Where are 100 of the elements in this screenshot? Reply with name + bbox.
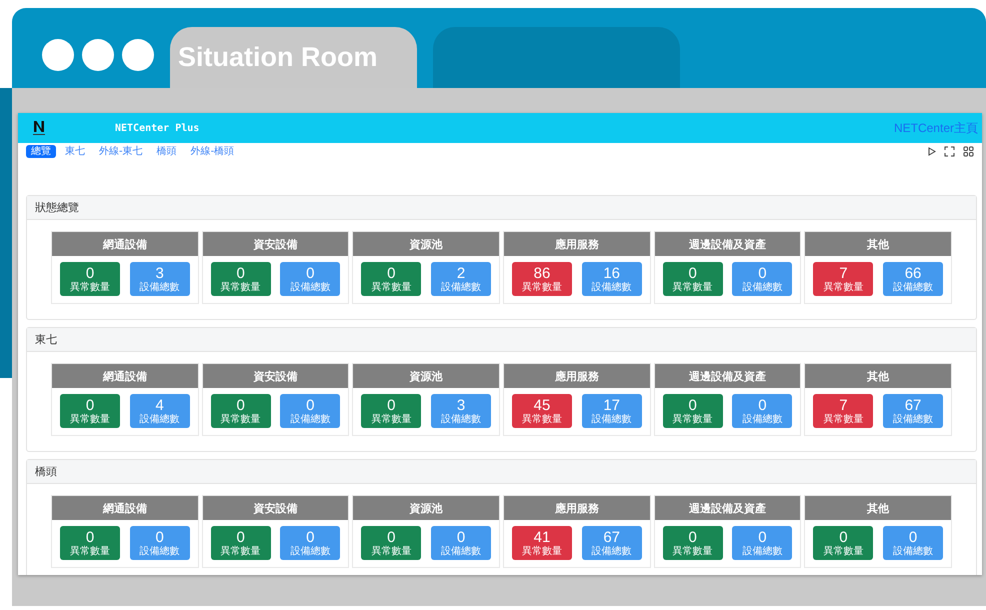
anomaly-count: 0: [86, 528, 94, 546]
anomaly-count: 0: [387, 264, 396, 282]
grid-icon[interactable]: [963, 146, 974, 157]
device-total: 0: [908, 528, 918, 546]
category-header: 週邊設備及資產: [654, 232, 800, 256]
anomaly-count: 0: [236, 528, 245, 546]
anomaly-count: 0: [236, 264, 245, 282]
device-total: 16: [603, 264, 620, 282]
category-header: 資安設備: [202, 232, 348, 256]
nav-tab[interactable]: 總覽: [26, 145, 56, 158]
anomaly-count: 0: [688, 528, 697, 546]
device-total: 67: [603, 528, 620, 546]
anomaly-label: 異常數量: [522, 546, 562, 558]
device-total-label: 設備總數: [441, 414, 482, 426]
device-total: 2: [456, 264, 466, 282]
device-total-label: 設備總數: [441, 546, 482, 558]
anomaly-label: 異常數量: [220, 546, 261, 558]
device-total-label: 設備總數: [742, 282, 782, 294]
category-header: 週邊設備及資產: [654, 496, 800, 520]
category-header: 網通設備: [52, 232, 198, 256]
window-dot[interactable]: [42, 39, 74, 71]
nav-tab[interactable]: 外線-橋頭: [186, 145, 240, 158]
anomaly-count: 0: [688, 264, 697, 282]
device-total-label: 設備總數: [592, 546, 632, 558]
device-total-label: 設備總數: [290, 414, 330, 426]
device-total-label: 設備總數: [592, 282, 632, 294]
window-dot[interactable]: [122, 39, 154, 71]
device-total: 3: [456, 396, 466, 414]
fullscreen-icon[interactable]: [944, 146, 955, 157]
device-total-label: 設備總數: [140, 414, 180, 426]
category-header: 應用服務: [504, 364, 650, 388]
logo-icon: [32, 120, 46, 136]
anomaly-label: 異常數量: [70, 282, 110, 294]
device-total: 0: [456, 528, 466, 546]
anomaly-label: 異常數量: [371, 546, 412, 558]
device-total: 67: [904, 396, 922, 414]
device-total: 0: [156, 528, 164, 546]
device-total: 0: [306, 396, 315, 414]
category-header: 網通設備: [52, 364, 198, 388]
play-icon[interactable]: [928, 147, 936, 156]
device-total: 0: [758, 396, 767, 414]
anomaly-label: 異常數量: [522, 414, 562, 426]
device-total-label: 設備總數: [893, 414, 934, 426]
anomaly-label: 異常數量: [522, 282, 562, 294]
anomaly-count: 0: [387, 396, 396, 414]
anomaly-count: 41: [534, 528, 550, 546]
anomaly-count: 0: [839, 528, 848, 546]
nav-tab[interactable]: 橋頭: [152, 145, 182, 158]
anomaly-label: 異常數量: [220, 414, 261, 426]
anomaly-label: 異常數量: [823, 282, 864, 294]
category-header: 網通設備: [52, 496, 198, 520]
category-header: 資源池: [353, 232, 500, 256]
anomaly-label: 異常數量: [371, 414, 412, 426]
home-link[interactable]: NETCenter主頁: [894, 120, 978, 136]
nav-tab[interactable]: 東七: [60, 145, 90, 158]
device-total-label: 設備總數: [140, 282, 180, 294]
device-total-label: 設備總數: [893, 282, 934, 294]
anomaly-label: 異常數量: [823, 414, 864, 426]
anomaly-count: 45: [534, 396, 550, 414]
anomaly-count: 0: [86, 396, 94, 414]
anomaly-count: 86: [534, 264, 550, 282]
device-total-label: 設備總數: [290, 282, 330, 294]
device-total-label: 設備總數: [592, 414, 632, 426]
panel-title: 狀態總覽: [27, 196, 976, 220]
category-header: 資安設備: [202, 496, 348, 520]
device-total: 0: [758, 528, 767, 546]
device-total-label: 設備總數: [742, 546, 782, 558]
device-total-label: 設備總數: [441, 282, 482, 294]
panel-title: 橋頭: [27, 460, 976, 484]
device-total-label: 設備總數: [140, 546, 180, 558]
category-header: 應用服務: [504, 496, 650, 520]
device-total: 0: [758, 264, 767, 282]
anomaly-label: 異常數量: [672, 546, 713, 558]
device-total: 4: [156, 396, 164, 414]
anomaly-count: 7: [839, 396, 848, 414]
anomaly-count: 0: [688, 396, 697, 414]
device-total: 17: [603, 396, 620, 414]
anomaly-count: 7: [839, 264, 848, 282]
device-total: 0: [306, 528, 315, 546]
anomaly-label: 異常數量: [672, 414, 713, 426]
anomaly-label: 異常數量: [371, 282, 412, 294]
device-total: 3: [156, 264, 164, 282]
category-header: 資源池: [353, 496, 500, 520]
device-total-label: 設備總數: [742, 414, 782, 426]
category-header: 資源池: [353, 364, 500, 388]
device-total: 0: [306, 264, 315, 282]
anomaly-count: 0: [236, 396, 245, 414]
category-header: 其他: [805, 232, 952, 256]
window-dot[interactable]: [82, 39, 114, 71]
nav-tab[interactable]: 外線-東七: [94, 145, 148, 158]
device-total-label: 設備總數: [893, 546, 934, 558]
category-header: 週邊設備及資產: [654, 364, 800, 388]
anomaly-label: 異常數量: [70, 414, 110, 426]
anomaly-label: 異常數量: [220, 282, 261, 294]
category-header: 其他: [805, 364, 952, 388]
device-total-label: 設備總數: [290, 546, 330, 558]
anomaly-label: 異常數量: [672, 282, 713, 294]
anomaly-count: 0: [387, 528, 396, 546]
category-header: 其他: [805, 496, 952, 520]
panel-title: 東七: [27, 328, 976, 352]
